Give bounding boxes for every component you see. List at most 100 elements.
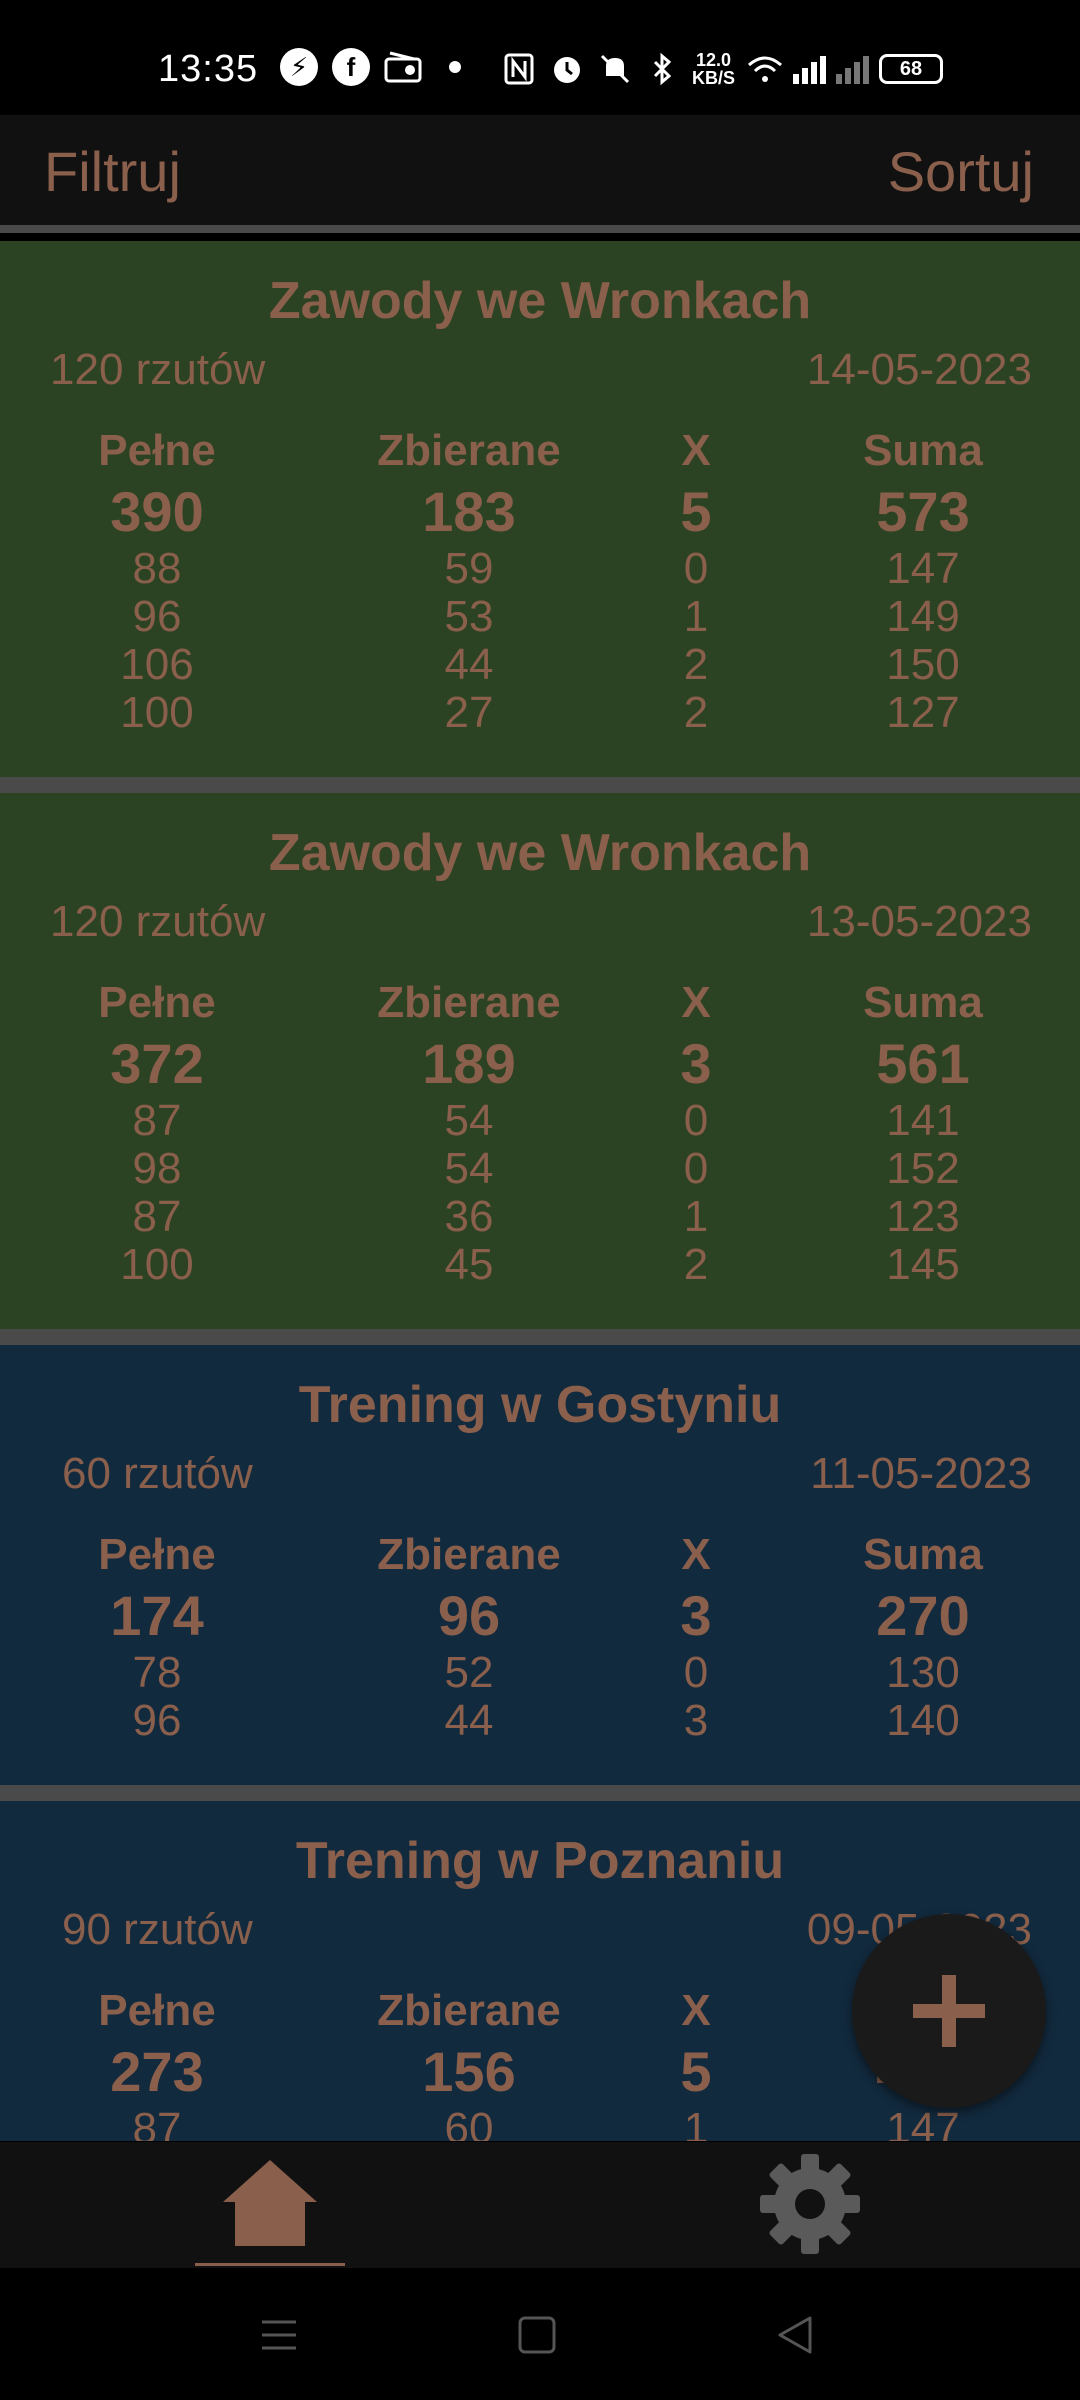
session-date: 11-05-2023 — [810, 1449, 1032, 1498]
column-header: Zbierane — [377, 978, 561, 1027]
cleared-column: Zbierane 96 52 44 — [339, 1527, 599, 1745]
sum-column: Suma 270 130 140 — [823, 1527, 1023, 1745]
sort-button[interactable]: Sortuj — [888, 139, 1034, 204]
lane-value: 0 — [683, 1144, 709, 1193]
misses-column: X 51 — [646, 1983, 746, 2141]
sum-column: Suma 573 147 149 150 127 — [823, 423, 1023, 737]
column-total: 3 — [680, 1584, 712, 1647]
column-total: 5 — [680, 480, 712, 543]
column-header: Pełne — [98, 1530, 216, 1579]
mute-icon — [596, 50, 634, 88]
back-icon — [778, 2316, 812, 2354]
lane-value: 60 — [444, 2104, 494, 2142]
column-header: X — [681, 426, 711, 475]
column-total: 3 — [680, 1032, 712, 1095]
full-column: Pełne 390 88 96 106 100 — [57, 423, 257, 737]
cleared-column: Zbierane 189 54 54 36 45 — [339, 975, 599, 1289]
column-header: X — [681, 1986, 711, 2035]
session-title: Zawody we Wronkach — [268, 824, 812, 882]
signal-icon-2 — [836, 54, 870, 84]
network-speed: 12.0 KB/S — [692, 50, 736, 88]
column-header: X — [681, 978, 711, 1027]
status-time: 13:35 — [158, 48, 259, 90]
battery-icon: 68 — [879, 54, 944, 84]
selected-tab-indicator — [195, 2263, 345, 2266]
home-icon — [223, 2160, 317, 2246]
column-total: 372 — [110, 1032, 204, 1095]
column-total: 273 — [110, 2040, 204, 2103]
lane-value: 123 — [886, 1192, 960, 1241]
lane-value: 0 — [683, 1096, 709, 1145]
session-card[interactable]: Zawody we Wronkach 120 rzutów 13-05-2023 Pe… — [0, 793, 1080, 1329]
sum-column: Suma 561 141 152 123 145 — [823, 975, 1023, 1289]
cleared-column: Zbierane 156 60 — [339, 1983, 599, 2141]
column-header: Suma — [863, 978, 983, 1027]
wifi-icon — [745, 50, 783, 88]
session-throw-count: 120 rzutów — [50, 897, 266, 946]
session-list[interactable]: Zawody we Wronkach 120 rzutów 14-05-2023 Pe… — [0, 241, 1080, 2141]
session-title: Trening w Gostyniu — [298, 1376, 782, 1434]
nfc-icon — [500, 50, 538, 88]
recent-apps-button[interactable] — [254, 2310, 304, 2360]
session-card[interactable]: Trening w Gostyniu 60 rzutów 11-05-2023 Peł… — [0, 1345, 1080, 1785]
column-total: 174 — [110, 1584, 204, 1647]
column-header: Pełne — [98, 978, 216, 1027]
system-navigation-bar — [0, 2268, 1080, 2400]
lane-value: 78 — [132, 1648, 182, 1697]
lane-value: 150 — [886, 640, 960, 689]
lane-value: 36 — [444, 1192, 494, 1241]
session-date: 13-05-2023 — [806, 897, 1032, 946]
column-total: 390 — [110, 480, 204, 543]
lane-value: 87 — [132, 2104, 182, 2142]
top-action-bar: Filtruj Sortuj — [0, 115, 1080, 233]
lane-value: 44 — [444, 640, 494, 689]
add-session-button[interactable] — [852, 1914, 1046, 2108]
signal-icon — [793, 54, 827, 84]
lane-value: 100 — [120, 1240, 194, 1289]
back-button[interactable] — [770, 2310, 820, 2360]
session-throw-count: 120 rzutów — [50, 345, 266, 394]
full-column: Pełne 372 87 98 87 100 — [57, 975, 257, 1289]
column-total: 573 — [876, 480, 970, 543]
lane-value: 147 — [886, 2104, 960, 2142]
notification-icons: ⚡ f — [280, 48, 474, 86]
lane-value: 53 — [444, 592, 494, 641]
filter-button[interactable]: Filtruj — [44, 139, 181, 204]
lane-value: 54 — [444, 1096, 494, 1145]
nav-settings-tab[interactable] — [740, 2142, 880, 2268]
column-header: X — [681, 1530, 711, 1579]
session-title: Zawody we Wronkach — [268, 272, 812, 330]
misses-column: X 303 — [646, 1527, 746, 1745]
gear-icon — [760, 2154, 860, 2254]
lane-value: 98 — [132, 1144, 182, 1193]
lane-value: 87 — [132, 1192, 182, 1241]
system-home-button[interactable] — [512, 2310, 562, 2360]
status-bar: 13:35 ⚡ f 12.0 KB/S 68 — [0, 0, 1080, 115]
plus-icon-bar — [913, 2004, 985, 2018]
lane-value: 52 — [444, 1648, 494, 1697]
lane-value: 87 — [132, 1096, 182, 1145]
full-column: Pełne 273 87 — [57, 1983, 257, 2141]
lane-value: 59 — [444, 544, 494, 593]
column-total: 270 — [876, 1584, 970, 1647]
column-total: 96 — [437, 1584, 501, 1647]
lane-value: 152 — [886, 1144, 960, 1193]
lane-value: 141 — [886, 1096, 960, 1145]
column-header: Suma — [863, 1530, 983, 1579]
session-throw-count: 90 rzutów — [62, 1905, 253, 1954]
column-total: 156 — [422, 2040, 516, 2103]
lane-value: 96 — [132, 1696, 182, 1745]
lane-value: 106 — [120, 640, 194, 689]
column-header: Zbierane — [377, 1530, 561, 1579]
lane-value: 2 — [683, 640, 709, 689]
nav-home-tab[interactable] — [195, 2142, 345, 2268]
lane-value: 44 — [444, 1696, 494, 1745]
column-header: Zbierane — [377, 426, 561, 475]
lane-value: 1 — [683, 1192, 709, 1241]
column-total: 189 — [422, 1032, 516, 1095]
cleared-column: Zbierane 183 59 53 44 27 — [339, 423, 599, 737]
session-card[interactable]: Zawody we Wronkach 120 rzutów 14-05-2023 Pe… — [0, 241, 1080, 777]
lane-value: 145 — [886, 1240, 960, 1289]
radio-icon — [384, 48, 422, 86]
column-total: 561 — [876, 1032, 970, 1095]
